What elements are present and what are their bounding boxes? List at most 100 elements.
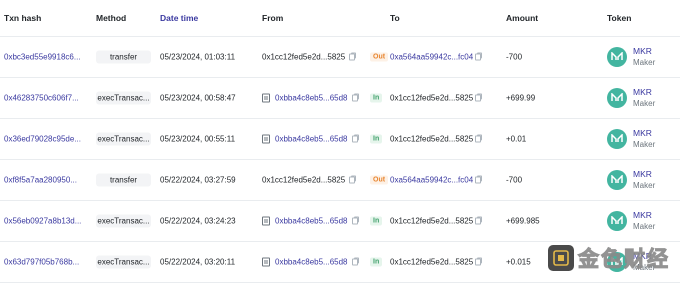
maker-token-icon [607, 169, 627, 190]
txn-hash-link[interactable]: 0x36ed79028c95de... [4, 134, 81, 143]
token-name: Maker [633, 98, 656, 108]
copy-icon[interactable] [475, 175, 483, 183]
date-time: 05/22/2024, 03:27:59 [160, 175, 236, 184]
direction-badge: In [370, 93, 383, 102]
token[interactable]: MKR Maker [607, 210, 655, 232]
token-symbol[interactable]: MKR [633, 210, 655, 221]
copy-icon[interactable] [475, 52, 483, 60]
method-badge: execTransac... [96, 255, 151, 268]
col-date-time[interactable]: Date time [160, 13, 198, 23]
token-text: MKR Maker [633, 169, 655, 191]
date-time: 05/23/2024, 00:58:47 [160, 93, 236, 102]
token-text: MKR Maker [633, 210, 655, 232]
from-address-text[interactable]: 0xbba4c8eb5...65d8 [275, 257, 348, 266]
copy-icon[interactable] [475, 257, 483, 265]
to-address: 0x1cc12fed5e2d...5825 [390, 257, 483, 266]
from-address-text: 0x1cc12fed5e2d...5825 [262, 52, 346, 61]
txn-hash-link[interactable]: 0x56eb0927a8b13d... [4, 216, 81, 225]
from-address[interactable]: 0xbba4c8eb5...65d8 [262, 134, 359, 143]
direction-badge: Out [370, 175, 389, 184]
contract-icon [262, 134, 270, 143]
date-time: 05/23/2024, 01:03:11 [160, 52, 236, 61]
token-text: MKR Maker [633, 87, 655, 109]
token-name: Maker [633, 139, 656, 149]
to-address[interactable]: 0xa564aa59942c...fc04 [390, 175, 483, 184]
from-address-text: 0x1cc12fed5e2d...5825 [262, 175, 346, 184]
to-address-text[interactable]: 0xa564aa59942c...fc04 [390, 175, 473, 184]
method-badge: transfer [96, 50, 151, 63]
table-header: Txn hash Method Date time From To Amount… [0, 0, 680, 37]
amount: +699.99 [506, 93, 536, 102]
txn-hash-link[interactable]: 0xbc3ed55e9918c6... [4, 52, 81, 61]
amount: +0.01 [506, 134, 527, 143]
table-row: 0x56eb0927a8b13d... execTransac... 05/22/2… [0, 200, 680, 242]
direction-badge: In [370, 216, 383, 225]
from-address[interactable]: 0xbba4c8eb5...65d8 [262, 93, 359, 102]
to-address[interactable]: 0xa564aa59942c...fc04 [390, 52, 483, 61]
token[interactable]: MKR Maker [607, 169, 655, 191]
token[interactable]: MKR Maker [607, 128, 655, 150]
maker-token-icon [607, 46, 627, 67]
watermark-text: 金色财经 [578, 247, 670, 272]
copy-icon[interactable] [351, 134, 359, 142]
col-to: To [390, 13, 400, 23]
method-badge: transfer [96, 173, 151, 186]
amount: +699.985 [506, 216, 540, 225]
contract-icon [262, 93, 270, 102]
table-row: 0xf8f5a7aa280950... transfer 05/22/2024, 0… [0, 159, 680, 201]
to-address-text[interactable]: 0xa564aa59942c...fc04 [390, 52, 473, 61]
col-method: Method [96, 13, 127, 23]
txn-hash-link[interactable]: 0x46283750c606f7... [4, 93, 79, 102]
amount: -700 [506, 52, 523, 61]
token-symbol[interactable]: MKR [633, 46, 655, 57]
from-address-text[interactable]: 0xbba4c8eb5...65d8 [275, 134, 348, 143]
contract-icon [262, 216, 270, 225]
from-address: 0x1cc12fed5e2d...5825 [262, 175, 357, 184]
from-address-text[interactable]: 0xbba4c8eb5...65d8 [275, 216, 348, 225]
copy-icon[interactable] [475, 93, 483, 101]
to-address-text: 0x1cc12fed5e2d...5825 [390, 93, 474, 102]
maker-token-icon [607, 210, 627, 231]
txn-hash-link[interactable]: 0x63d797f05b768b... [4, 257, 79, 266]
date-time: 05/22/2024, 03:24:23 [160, 216, 236, 225]
to-address: 0x1cc12fed5e2d...5825 [390, 216, 483, 225]
copy-icon[interactable] [349, 52, 357, 60]
table-row: 0xbc3ed55e9918c6... transfer 05/23/2024, 0… [0, 36, 680, 78]
date-time: 05/23/2024, 00:55:11 [160, 134, 236, 143]
copy-icon[interactable] [351, 257, 359, 265]
method-badge: execTransac... [96, 132, 151, 145]
token-name: Maker [633, 57, 656, 67]
maker-token-icon [607, 128, 627, 149]
to-address: 0x1cc12fed5e2d...5825 [390, 93, 483, 102]
token-text: MKR Maker [633, 128, 655, 150]
from-address[interactable]: 0xbba4c8eb5...65d8 [262, 216, 359, 225]
token-name: Maker [633, 221, 656, 231]
copy-icon[interactable] [475, 216, 483, 224]
token[interactable]: MKR Maker [607, 46, 655, 68]
col-from: From [262, 13, 284, 23]
col-token: Token [607, 13, 632, 23]
token-text: MKR Maker [633, 46, 655, 68]
to-address-text: 0x1cc12fed5e2d...5825 [390, 257, 474, 266]
amount: +0.015 [506, 257, 531, 266]
col-txn-hash: Txn hash [4, 13, 42, 23]
method-badge: execTransac... [96, 91, 151, 104]
token-symbol[interactable]: MKR [633, 169, 655, 180]
token-name: Maker [633, 180, 656, 190]
to-address-text: 0x1cc12fed5e2d...5825 [390, 216, 474, 225]
copy-icon[interactable] [351, 216, 359, 224]
copy-icon[interactable] [475, 134, 483, 142]
method-badge: execTransac... [96, 214, 151, 227]
copy-icon[interactable] [351, 93, 359, 101]
txn-hash-link[interactable]: 0xf8f5a7aa280950... [4, 175, 77, 184]
token-symbol[interactable]: MKR [633, 128, 655, 139]
from-address-text[interactable]: 0xbba4c8eb5...65d8 [275, 93, 348, 102]
jinse-logo-icon [548, 245, 574, 271]
copy-icon[interactable] [349, 175, 357, 183]
token[interactable]: MKR Maker [607, 87, 655, 109]
to-address-text: 0x1cc12fed5e2d...5825 [390, 134, 474, 143]
direction-badge: Out [370, 52, 389, 61]
token-symbol[interactable]: MKR [633, 87, 655, 98]
from-address[interactable]: 0xbba4c8eb5...65d8 [262, 257, 359, 266]
maker-token-icon [607, 87, 627, 108]
